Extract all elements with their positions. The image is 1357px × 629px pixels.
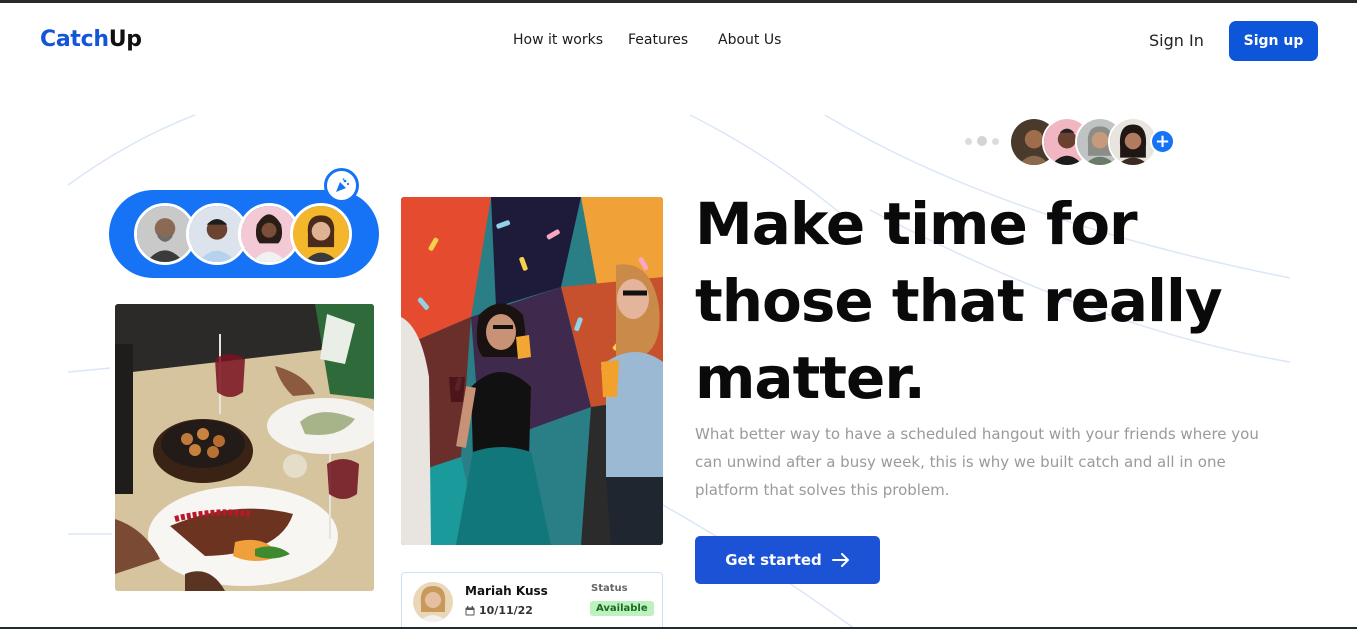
- logo-catch: Catch: [40, 27, 109, 52]
- get-started-label: Get started: [725, 551, 822, 569]
- friends-party-photo: [401, 197, 663, 545]
- logo[interactable]: CatchUp: [40, 27, 142, 52]
- dinner-photo: [115, 304, 374, 591]
- hero-subtext: What better way to have a scheduled hang…: [695, 425, 1259, 499]
- sign-in-link[interactable]: Sign In: [1149, 31, 1204, 50]
- logo-up: Up: [108, 27, 142, 52]
- landing-page: CatchUp How it works Features About Us S…: [0, 0, 1357, 629]
- status-card: Mariah Kuss 10/11/22 Status Available: [401, 572, 663, 629]
- nav-how-it-works[interactable]: How it works: [513, 32, 603, 48]
- card-date-value: 10/11/22: [479, 604, 533, 617]
- card-status-label: Status: [591, 583, 628, 594]
- headline-line-2: those that really: [695, 267, 1223, 335]
- arrow-right-icon: [831, 553, 849, 567]
- nav-features[interactable]: Features: [628, 32, 688, 48]
- sign-up-button[interactable]: Sign up: [1229, 21, 1318, 61]
- plus-icon[interactable]: +: [1150, 129, 1175, 154]
- hero-headline: Make time for those that really matter.: [695, 186, 1315, 417]
- get-started-button[interactable]: Get started: [695, 536, 880, 584]
- avatar: [413, 582, 453, 622]
- party-popper-icon: [324, 168, 359, 203]
- card-user-name: Mariah Kuss: [465, 584, 548, 598]
- loading-dots: [965, 136, 999, 146]
- headline-line-3: matter.: [695, 344, 926, 412]
- status-badge: Available: [590, 601, 654, 616]
- calendar-icon: [465, 605, 475, 615]
- nav-about-us[interactable]: About Us: [718, 32, 781, 48]
- card-date: 10/11/22: [465, 604, 533, 617]
- avatar: [290, 203, 352, 265]
- headline-line-1: Make time for: [695, 190, 1138, 258]
